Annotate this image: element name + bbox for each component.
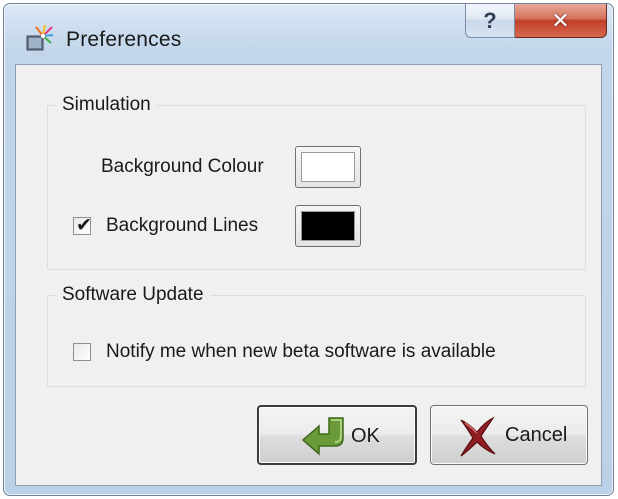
window-title: Preferences: [66, 28, 182, 51]
background-lines-swatch-button[interactable]: [295, 205, 361, 247]
background-lines-swatch: [301, 211, 355, 241]
background-colour-swatch: [301, 152, 355, 182]
title-bar[interactable]: Preferences ? ✕: [4, 4, 613, 64]
check-icon: ✔: [76, 215, 92, 236]
help-button[interactable]: ?: [465, 4, 515, 38]
simulation-group-label: Simulation: [56, 94, 157, 116]
help-icon: ?: [483, 7, 497, 33]
software-update-group-label: Software Update: [56, 284, 210, 306]
notify-beta-label[interactable]: Notify me when new beta software is avai…: [106, 341, 496, 363]
dialog-body: Simulation Background Colour ✔ Backgroun…: [15, 64, 602, 486]
close-button[interactable]: ✕: [515, 4, 607, 38]
software-update-group: Software Update Notify me when new beta …: [47, 284, 586, 387]
background-colour-swatch-button[interactable]: [295, 146, 361, 188]
cancel-label: Cancel: [505, 424, 568, 446]
background-lines-checkbox[interactable]: ✔: [73, 215, 92, 236]
red-x-icon: [460, 416, 496, 457]
title-buttons: ? ✕: [465, 4, 607, 42]
preferences-app-icon: [26, 24, 54, 51]
simulation-group: Simulation Background Colour ✔ Backgroun…: [47, 94, 586, 270]
cancel-button[interactable]: Cancel: [430, 405, 588, 465]
background-colour-label: Background Colour: [101, 156, 264, 177]
ok-label: OK: [351, 425, 380, 447]
background-lines-label[interactable]: Background Lines: [106, 215, 258, 237]
close-icon: ✕: [551, 7, 570, 33]
green-arrow-icon: [301, 417, 344, 456]
ok-button[interactable]: OK: [257, 405, 417, 465]
notify-beta-checkbox[interactable]: [73, 343, 91, 361]
preferences-window: Preferences ? ✕ Simulation Background Co…: [3, 3, 614, 496]
